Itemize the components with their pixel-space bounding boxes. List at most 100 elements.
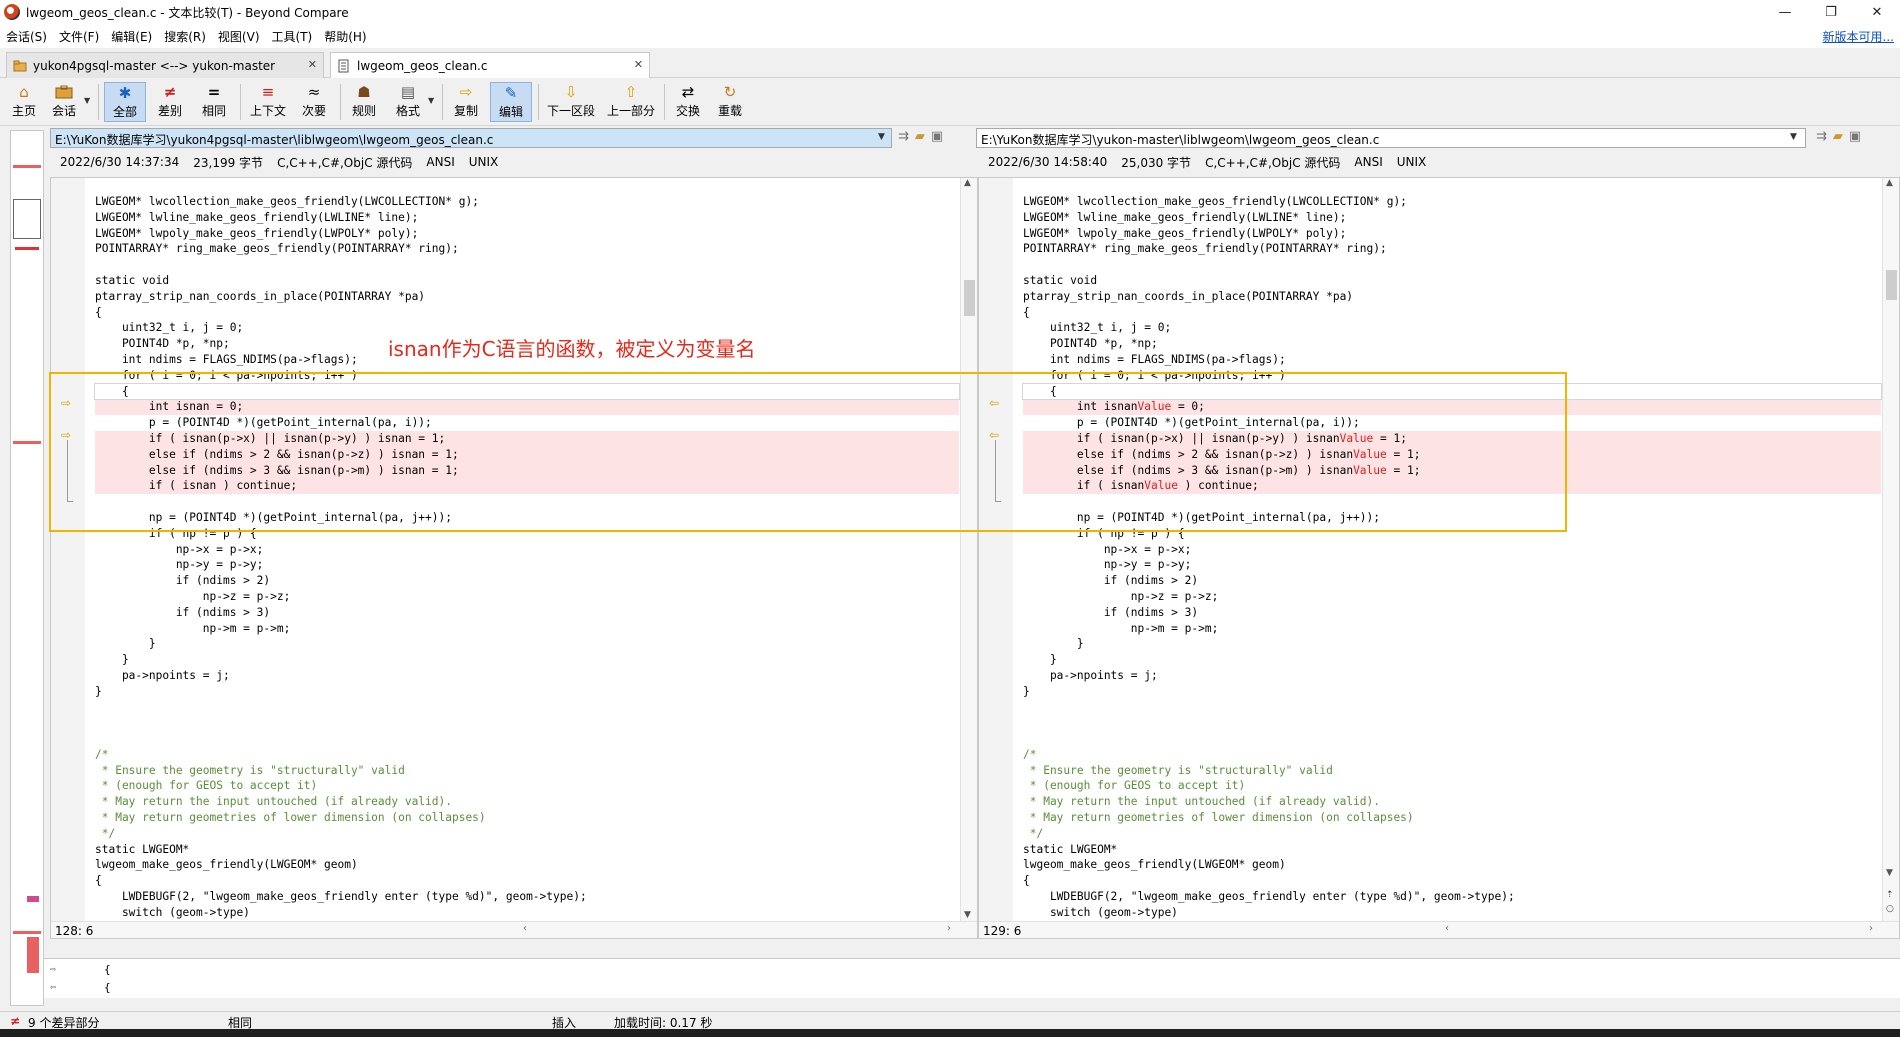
right-code-line[interactable]: if ( isnan(p->x) || isnan(p->y) ) isnanV… <box>1023 430 1881 447</box>
right-code-line[interactable] <box>1023 715 1881 731</box>
left-code-line[interactable]: * May return the input untouched (if alr… <box>95 794 959 810</box>
left-code-pane[interactable]: ⇨ ⇨ LWGEOM* lwcollection_make_geos_frien… <box>50 177 978 939</box>
scroll-up-icon[interactable]: ▲ <box>964 178 971 188</box>
left-code-line[interactable]: switch (geom->type) <box>95 905 959 921</box>
right-code-line[interactable]: int isnanValue = 0; <box>1023 399 1881 416</box>
minor-button[interactable]: ≈ 次要 <box>296 82 332 122</box>
right-code-line[interactable]: np = (POINT4D *)(getPoint_internal(pa, j… <box>1023 510 1881 526</box>
save-icon[interactable]: ▣ <box>1849 129 1861 144</box>
right-code-line[interactable]: static LWGEOM* <box>1023 842 1881 858</box>
right-code-line[interactable]: */ <box>1023 826 1881 842</box>
menu-help[interactable]: 帮助(H) <box>318 28 372 45</box>
left-code-line[interactable]: */ <box>95 826 959 842</box>
right-code-text[interactable]: LWGEOM* lwcollection_make_geos_friendly(… <box>1022 194 1882 936</box>
right-line-ending[interactable]: UNIX <box>1397 155 1427 169</box>
left-code-line[interactable]: np = (POINT4D *)(getPoint_internal(pa, j… <box>95 510 959 526</box>
left-code-line[interactable]: np->m = p->m; <box>95 621 959 637</box>
next-diff-icon[interactable]: ⇡ <box>1886 890 1894 900</box>
left-code-line[interactable]: int isnan = 0; <box>95 399 959 416</box>
tab-close-icon[interactable]: ✕ <box>634 58 643 71</box>
maximize-button[interactable]: ❐ <box>1808 0 1854 24</box>
right-code-line[interactable]: if (ndims > 3) <box>1023 605 1881 621</box>
right-code-line[interactable]: for ( i = 0; i < pa->npoints; i++ ) <box>1023 368 1881 384</box>
right-code-line[interactable] <box>1023 700 1881 716</box>
minimize-button[interactable]: — <box>1762 0 1808 24</box>
left-code-line[interactable]: np->y = p->y; <box>95 557 959 573</box>
difference-overview[interactable] <box>10 130 44 1006</box>
right-code-line[interactable]: } <box>1023 684 1881 700</box>
left-horizontal-scrollbar[interactable]: 128: 6 ‹ › <box>51 921 977 938</box>
right-format-select[interactable]: C,C++,C#,ObjC 源代码 <box>1205 154 1340 171</box>
right-code-line[interactable] <box>1023 494 1881 510</box>
right-code-line[interactable]: np->y = p->y; <box>1023 557 1881 573</box>
right-vertical-scrollbar[interactable]: ▲ ▼ ⇡ ○ <box>1882 178 1899 924</box>
left-code-line[interactable]: /* <box>95 747 959 763</box>
tab-text-compare[interactable]: lwgeom_geos_clean.c ✕ <box>330 52 650 79</box>
session-button[interactable]: 会话 <box>48 82 80 122</box>
right-code-line[interactable]: /* <box>1023 747 1881 763</box>
tab-folder-compare[interactable]: yukon4pgsql-master <--> yukon-master ✕ <box>6 52 324 78</box>
show-diffs-button[interactable]: ≠ 差别 <box>152 82 188 122</box>
right-horizontal-scrollbar[interactable]: 129: 6 ‹ › <box>979 921 1899 938</box>
left-format-select[interactable]: C,C++,C#,ObjC 源代码 <box>277 154 412 171</box>
menu-file[interactable]: 文件(F) <box>53 28 105 45</box>
scroll-thumb[interactable] <box>1886 270 1897 300</box>
left-code-line[interactable]: ptarray_strip_nan_coords_in_place(POINTA… <box>95 289 959 305</box>
left-code-line[interactable]: if (ndims > 2) <box>95 573 959 589</box>
home-button[interactable]: ⌂ 主页 <box>8 82 40 122</box>
menu-search[interactable]: 搜索(R) <box>158 28 212 45</box>
left-code-line[interactable]: if ( isnan ) continue; <box>95 478 959 495</box>
menu-edit[interactable]: 编辑(E) <box>105 28 158 45</box>
tab-close-icon[interactable]: ✕ <box>308 58 317 71</box>
right-path-dropdown-icon[interactable]: ▼ <box>1790 132 1797 142</box>
right-code-line[interactable] <box>1023 731 1881 747</box>
left-code-line[interactable]: } <box>95 636 959 652</box>
left-code-line[interactable]: if ( isnan(p->x) || isnan(p->y) ) isnan … <box>95 430 959 447</box>
edit-button[interactable]: ✎ 编辑 <box>490 82 532 122</box>
format-dropdown-icon[interactable]: ▼ <box>428 96 434 105</box>
left-code-line[interactable]: POINTARRAY* ring_make_geos_friendly(POIN… <box>95 241 959 257</box>
right-code-line[interactable]: static void <box>1023 273 1881 289</box>
left-line-ending[interactable]: UNIX <box>469 155 499 169</box>
right-code-line[interactable]: LWDEBUGF(2, "lwgeom_make_geos_friendly e… <box>1023 889 1881 905</box>
left-code-line[interactable] <box>95 494 959 510</box>
new-version-link[interactable]: 新版本可用... <box>1823 28 1894 45</box>
swap-button[interactable]: ⇄ 交换 <box>670 82 706 122</box>
right-code-line[interactable]: uint32_t i, j = 0; <box>1023 320 1881 336</box>
right-code-line[interactable]: ptarray_strip_nan_coords_in_place(POINTA… <box>1023 289 1881 305</box>
left-code-line[interactable]: LWGEOM* lwpoly_make_geos_friendly(LWPOLY… <box>95 226 959 242</box>
left-code-line[interactable]: * (enough for GEOS to accept it) <box>95 778 959 794</box>
right-code-line[interactable]: np->m = p->m; <box>1023 621 1881 637</box>
show-same-button[interactable]: = 相同 <box>196 82 232 122</box>
context-button[interactable]: ≡ 上下文 <box>246 82 290 122</box>
right-encoding-select[interactable]: ANSI <box>1354 155 1382 169</box>
left-code-line[interactable]: } <box>95 652 959 668</box>
right-path-input[interactable]: E:\YuKon数据库学习\yukon-master\liblwgeom\lwg… <box>976 128 1806 148</box>
next-section-button[interactable]: ⇩ 下一区段 <box>544 82 598 122</box>
left-code-line[interactable]: np->x = p->x; <box>95 542 959 558</box>
right-code-line[interactable]: int ndims = FLAGS_NDIMS(pa->flags); <box>1023 352 1881 368</box>
right-code-line[interactable]: LWGEOM* lwpoly_make_geos_friendly(LWPOLY… <box>1023 226 1881 242</box>
right-code-line[interactable]: * May return geometries of lower dimensi… <box>1023 810 1881 826</box>
right-code-line[interactable]: { <box>1023 873 1881 889</box>
left-code-line[interactable]: { <box>95 873 959 889</box>
history-icon[interactable]: ⇉ <box>898 129 909 144</box>
show-all-button[interactable]: ✱ 全部 <box>104 82 146 122</box>
left-code-line[interactable]: if (ndims > 3) <box>95 605 959 621</box>
right-code-line[interactable]: if ( isnanValue ) continue; <box>1023 478 1881 495</box>
left-code-line[interactable]: else if (ndims > 3 && isnan(p->m) ) isna… <box>95 462 959 479</box>
scroll-left-icon[interactable]: ‹ <box>523 923 527 934</box>
left-code-line[interactable]: lwgeom_make_geos_friendly(LWGEOM* geom) <box>95 857 959 873</box>
right-code-line[interactable]: * (enough for GEOS to accept it) <box>1023 778 1881 794</box>
right-code-line[interactable]: p = (POINT4D *)(getPoint_internal(pa, i)… <box>1023 415 1881 431</box>
right-code-line[interactable]: { <box>1022 382 1882 401</box>
right-code-pane[interactable]: ⇦ ⇦ LWGEOM* lwcollection_make_geos_frien… <box>978 177 1900 939</box>
right-code-line[interactable]: np->x = p->x; <box>1023 542 1881 558</box>
prev-section-button[interactable]: ⇧ 上一部分 <box>604 82 658 122</box>
left-path-dropdown-icon[interactable]: ▼ <box>878 132 885 142</box>
scroll-down-icon[interactable]: ▼ <box>964 910 971 920</box>
right-code-line[interactable]: } <box>1023 652 1881 668</box>
close-window-button[interactable]: ✕ <box>1854 0 1900 24</box>
open-folder-icon[interactable]: ▰ <box>1833 129 1843 144</box>
current-diff-icon[interactable]: ○ <box>1886 904 1894 914</box>
